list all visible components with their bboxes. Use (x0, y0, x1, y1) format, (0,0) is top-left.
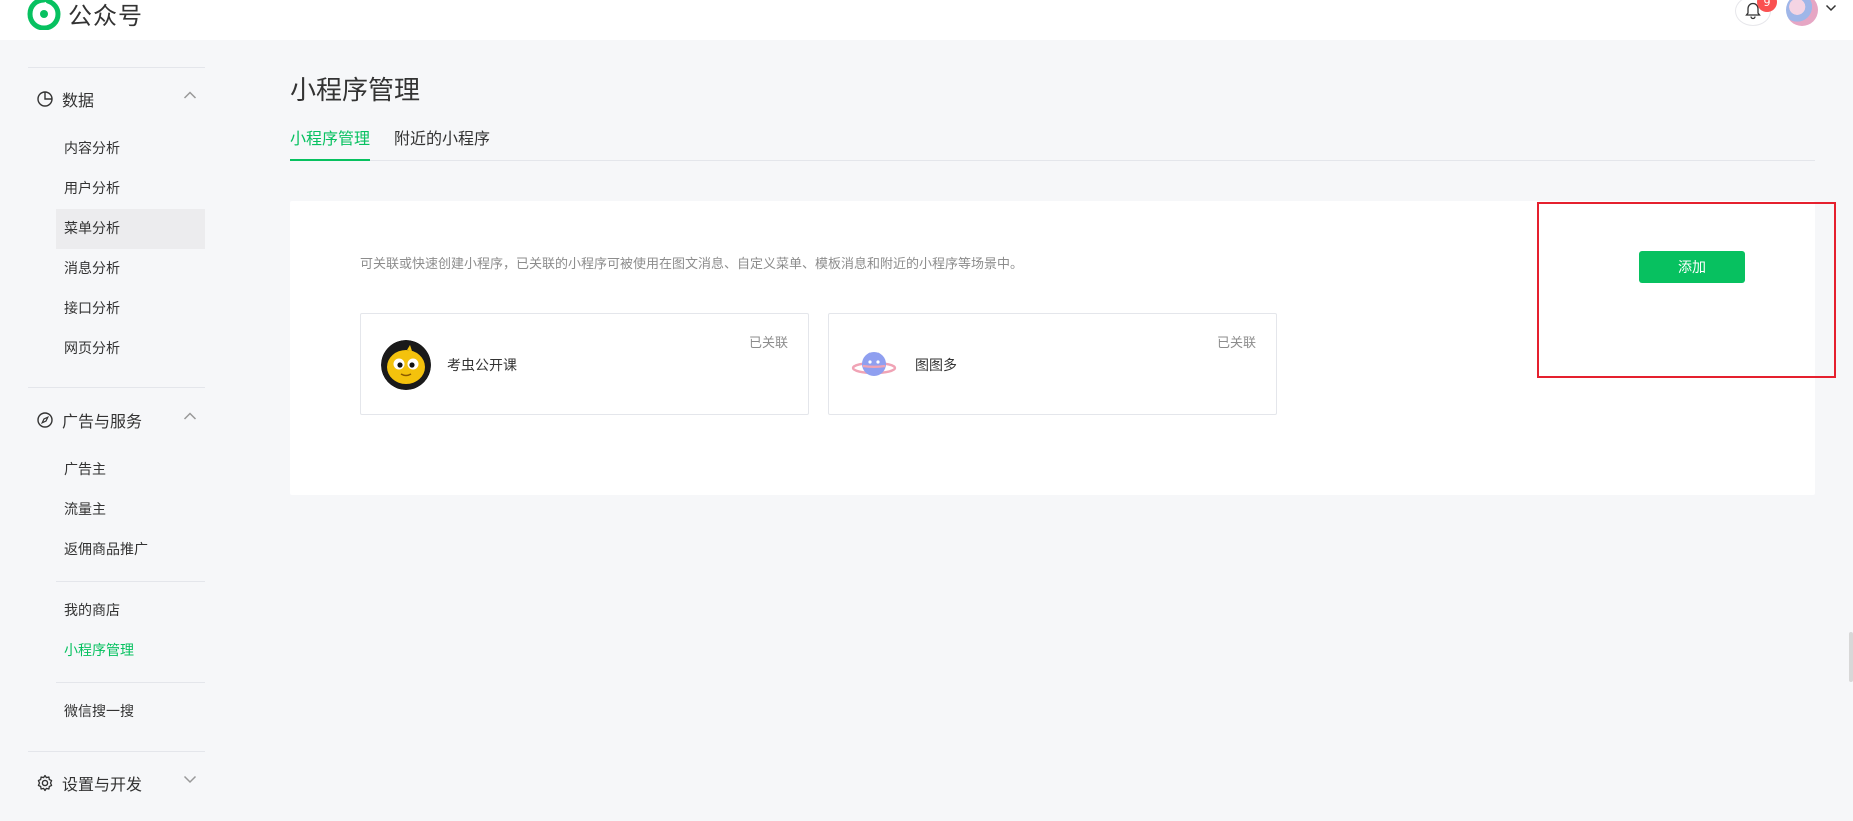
sidebar-item-webpage-analysis[interactable]: 网页分析 (56, 329, 205, 369)
card-status: 已关联 (1216, 336, 1256, 351)
card-status: 已关联 (748, 336, 788, 351)
wechat-logo[interactable]: 公众号 (26, 0, 143, 31)
compass-icon (37, 412, 53, 428)
sidebar-item-wechat-search[interactable]: 微信搜一搜 (56, 692, 205, 732)
tab-nearby-mini-programs[interactable]: 附近的小程序 (394, 126, 490, 161)
kaochong-logo-icon (381, 340, 431, 390)
chevron-down-icon[interactable] (1825, 4, 1837, 12)
sidebar-group-label: 设置与开发 (62, 775, 143, 794)
sidebar-item-api-analysis[interactable]: 接口分析 (56, 289, 205, 329)
sidebar-item-commission-promotion[interactable]: 返佣商品推广 (56, 530, 205, 570)
sidebar-item-my-store[interactable]: 我的商店 (56, 591, 205, 631)
sidebar-divider (28, 387, 205, 388)
app-name: 公众号 (68, 2, 143, 30)
tutuduo-planet-logo-icon (849, 340, 899, 390)
chevron-down-icon (183, 775, 197, 784)
sidebar-group-label: 数据 (62, 91, 95, 110)
tab-bar: 小程序管理 附近的小程序 (290, 126, 1815, 161)
sidebar-group-label: 广告与服务 (62, 412, 143, 431)
top-bar: 公众号 9 (0, 0, 1853, 40)
sidebar-group-ads-services[interactable]: 广告与服务 (36, 406, 205, 434)
sidebar-item-advertiser[interactable]: 广告主 (56, 450, 205, 490)
sidebar-group-data[interactable]: 数据 (36, 85, 205, 113)
mini-program-panel: 可关联或快速创建小程序，已关联的小程序可被使用在图文消息、自定义菜单、模板消息和… (290, 201, 1815, 495)
add-button[interactable]: 添加 (1639, 251, 1745, 283)
gear-icon (37, 774, 53, 792)
sidebar-divider (56, 581, 205, 582)
wechat-official-account-logo-icon (27, 0, 61, 30)
card-name: 图图多 (915, 358, 957, 374)
chevron-up-icon (183, 412, 197, 420)
sidebar-divider (28, 751, 205, 752)
panel-description: 可关联或快速创建小程序，已关联的小程序可被使用在图文消息、自定义菜单、模板消息和… (360, 257, 1024, 272)
chevron-up-icon (183, 91, 197, 99)
mini-program-card[interactable]: 已关联 图图多 (828, 313, 1277, 415)
mini-program-card[interactable]: 已关联 考虫公开课 (360, 313, 809, 415)
sidebar-item-menu-analysis[interactable]: 菜单分析 (56, 209, 205, 249)
sidebar-item-message-analysis[interactable]: 消息分析 (56, 249, 205, 289)
sidebar-item-publisher[interactable]: 流量主 (56, 490, 205, 530)
sidebar-group-settings-dev[interactable]: 设置与开发 (36, 769, 205, 797)
scrollbar[interactable] (1849, 632, 1853, 682)
card-name: 考虫公开课 (447, 358, 517, 374)
tab-mini-program-management[interactable]: 小程序管理 (290, 126, 371, 161)
sidebar-divider (28, 67, 205, 68)
sidebar-item-user-analysis[interactable]: 用户分析 (56, 169, 205, 209)
sidebar-item-mini-program-management[interactable]: 小程序管理 (56, 631, 205, 671)
chart-pie-icon (37, 91, 53, 107)
page-title: 小程序管理 (290, 76, 421, 106)
sidebar-divider (56, 682, 205, 683)
avatar[interactable] (1786, 0, 1818, 26)
sidebar: 数据 内容分析 用户分析 菜单分析 消息分析 接口分析 网页分析 广告与服务 广… (28, 40, 205, 821)
sidebar-item-content-analysis[interactable]: 内容分析 (56, 129, 205, 169)
